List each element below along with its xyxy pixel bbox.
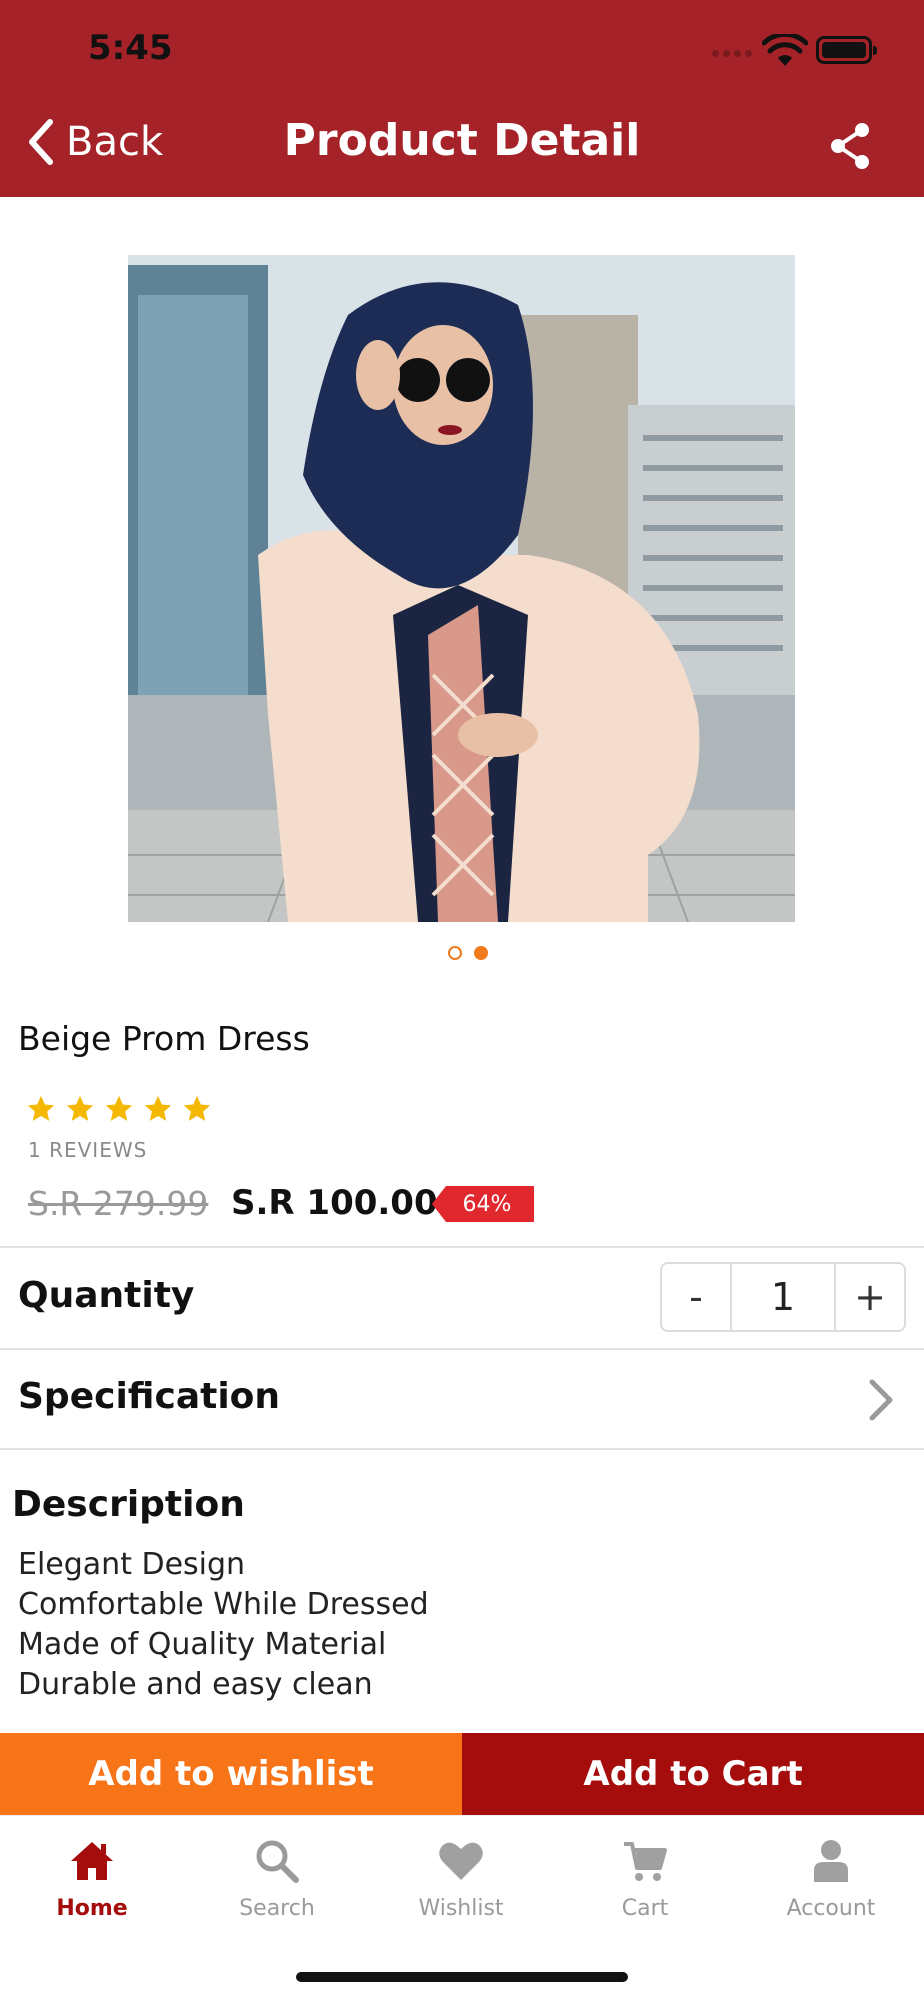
tab-label-wishlist: Wishlist xyxy=(418,1896,504,1921)
tab-label-home: Home xyxy=(56,1896,128,1921)
product-name: Beige Prom Dress xyxy=(18,1019,310,1058)
home-icon xyxy=(71,1842,113,1880)
page-title: Product Detail xyxy=(283,115,641,166)
cart-icon xyxy=(624,1842,667,1881)
tab-label-search: Search xyxy=(239,1896,315,1921)
search-icon xyxy=(256,1840,299,1883)
chevron-right-icon xyxy=(869,1379,893,1421)
image-pager[interactable] xyxy=(448,946,488,960)
description-title: Description xyxy=(12,1484,245,1525)
person-icon xyxy=(814,1840,848,1882)
tab-label-cart: Cart xyxy=(621,1896,669,1921)
star-icon xyxy=(183,1095,211,1121)
divider xyxy=(0,1246,924,1248)
battery-icon xyxy=(816,36,877,64)
tab-cart[interactable]: Cart xyxy=(570,1836,720,1921)
cellular-signal-icon xyxy=(712,50,752,57)
tab-search[interactable]: Search xyxy=(202,1836,352,1921)
tab-wishlist[interactable]: Wishlist xyxy=(386,1836,536,1921)
increase-quantity-button[interactable]: + xyxy=(836,1264,904,1330)
description-line: Durable and easy clean xyxy=(18,1667,373,1702)
sale-price: S.R 100.00 xyxy=(231,1183,438,1223)
add-to-cart-button[interactable]: Add to Cart xyxy=(462,1733,924,1815)
pager-dot-active[interactable] xyxy=(474,946,488,960)
heart-icon xyxy=(439,1842,483,1880)
rating-stars xyxy=(26,1094,212,1124)
reviews-count[interactable]: 1 REVIEWS xyxy=(28,1138,147,1162)
description-line: Comfortable While Dressed xyxy=(18,1587,429,1622)
specification-row[interactable]: Specification xyxy=(0,1350,924,1448)
pager-dot[interactable] xyxy=(448,946,462,960)
star-icon xyxy=(66,1095,94,1121)
divider xyxy=(0,1448,924,1450)
quantity-label: Quantity xyxy=(18,1275,195,1316)
discount-badge: 64% xyxy=(432,1186,534,1222)
original-price: S.R 279.99 xyxy=(28,1184,209,1223)
quantity-value: 1 xyxy=(730,1264,836,1330)
wifi-icon xyxy=(762,34,808,66)
tab-home[interactable]: Home xyxy=(17,1836,167,1921)
status-time: 5:45 xyxy=(88,28,173,68)
description-line: Elegant Design xyxy=(18,1547,246,1582)
description-text: Elegant Design Comfortable While Dressed… xyxy=(18,1545,429,1705)
quantity-stepper[interactable]: - 1 + xyxy=(660,1262,906,1332)
description-line: Made of Quality Material xyxy=(18,1627,387,1662)
tab-label-account: Account xyxy=(786,1896,876,1921)
decrease-quantity-button[interactable]: - xyxy=(662,1264,730,1330)
add-to-wishlist-button[interactable]: Add to wishlist xyxy=(0,1733,462,1815)
home-indicator[interactable] xyxy=(296,1972,628,1982)
tab-account[interactable]: Account xyxy=(756,1836,906,1921)
star-icon xyxy=(105,1095,133,1121)
specification-label: Specification xyxy=(18,1376,281,1417)
product-photo xyxy=(128,255,795,922)
share-icon[interactable] xyxy=(826,120,874,172)
star-icon xyxy=(27,1095,55,1121)
app-header: 5:45 Back Product Detail xyxy=(0,0,924,197)
star-icon xyxy=(144,1095,172,1121)
product-image[interactable] xyxy=(128,255,795,922)
